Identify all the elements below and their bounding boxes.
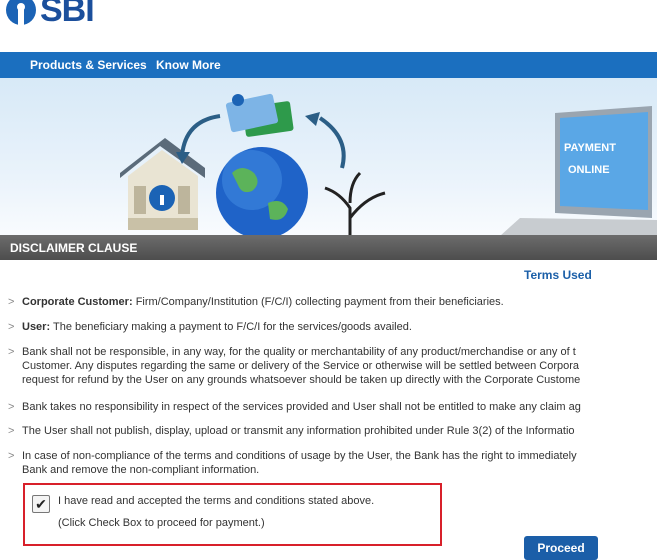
term-item: > In case of non-compliance of the terms… [8, 449, 577, 477]
chevron-right-icon: > [8, 425, 15, 437]
chevron-right-icon: > [8, 321, 15, 333]
term-text: Firm/Company/Institution (F/C/I) collect… [135, 296, 504, 308]
globe-icon [216, 147, 308, 239]
banner-illustration: PAYMENT ONLINE [120, 93, 657, 260]
term-text: Bank and remove the non-compliant inform… [22, 464, 260, 476]
chevron-right-icon: > [8, 401, 15, 413]
cards-icon [225, 93, 294, 137]
header: SBI [0, 0, 657, 52]
term-label: Corporate Customer: [22, 296, 133, 308]
banner-image: PAYMENT ONLINE [0, 78, 657, 260]
consent-hint: (Click Check Box to proceed for payment.… [58, 517, 265, 529]
sbi-logo-icon [6, 0, 36, 25]
term-label: User: [22, 321, 51, 333]
accept-terms-checkbox[interactable]: ✔ [32, 495, 50, 513]
term-text: request for refund by the User on any gr… [22, 374, 581, 386]
term-text: Bank shall not be responsible, in any wa… [22, 346, 576, 358]
term-item: > Corporate Customer: Firm/Company/Insti… [8, 295, 504, 309]
term-text: The User shall not publish, display, upl… [22, 425, 575, 437]
consent-text: I have read and accepted the terms and c… [58, 495, 375, 507]
nav-bar: Products & Services Know More [0, 52, 657, 78]
logo-text: SBI [40, 0, 95, 29]
chevron-right-icon: > [8, 450, 15, 462]
sbi-logo[interactable]: SBI [6, 0, 95, 32]
nav-products-services[interactable]: Products & Services [30, 58, 147, 72]
term-item: > User: The beneficiary making a payment… [8, 320, 412, 334]
term-text: In case of non-compliance of the terms a… [22, 450, 577, 462]
terms-used-heading: Terms Used [524, 268, 592, 282]
term-text: The beneficiary making a payment to F/C/… [52, 321, 412, 333]
proceed-button[interactable]: Proceed [524, 536, 598, 560]
disclaimer-title: DISCLAIMER CLAUSE [10, 241, 138, 255]
term-text: Bank takes no responsibility in respect … [22, 401, 581, 413]
disclaimer-bar: DISCLAIMER CLAUSE [0, 235, 657, 260]
chevron-right-icon: > [8, 346, 15, 358]
chevron-right-icon: > [8, 296, 15, 308]
term-item: > The User shall not publish, display, u… [8, 424, 575, 438]
laptop-text-payment: PAYMENT [564, 142, 616, 154]
nav-know-more[interactable]: Know More [156, 58, 221, 72]
laptop-text-online: ONLINE [568, 164, 610, 176]
arrow-left-icon [180, 114, 221, 157]
term-item: > Bank shall not be responsible, in any … [8, 345, 581, 387]
consent-box: ✔ I have read and accepted the terms and… [23, 483, 442, 546]
bank-house-icon [120, 138, 205, 230]
term-item: > Bank takes no responsibility in respec… [8, 400, 581, 414]
term-text: Customer. Any disputes regarding the sam… [22, 360, 580, 372]
arrow-right-icon [318, 116, 346, 169]
